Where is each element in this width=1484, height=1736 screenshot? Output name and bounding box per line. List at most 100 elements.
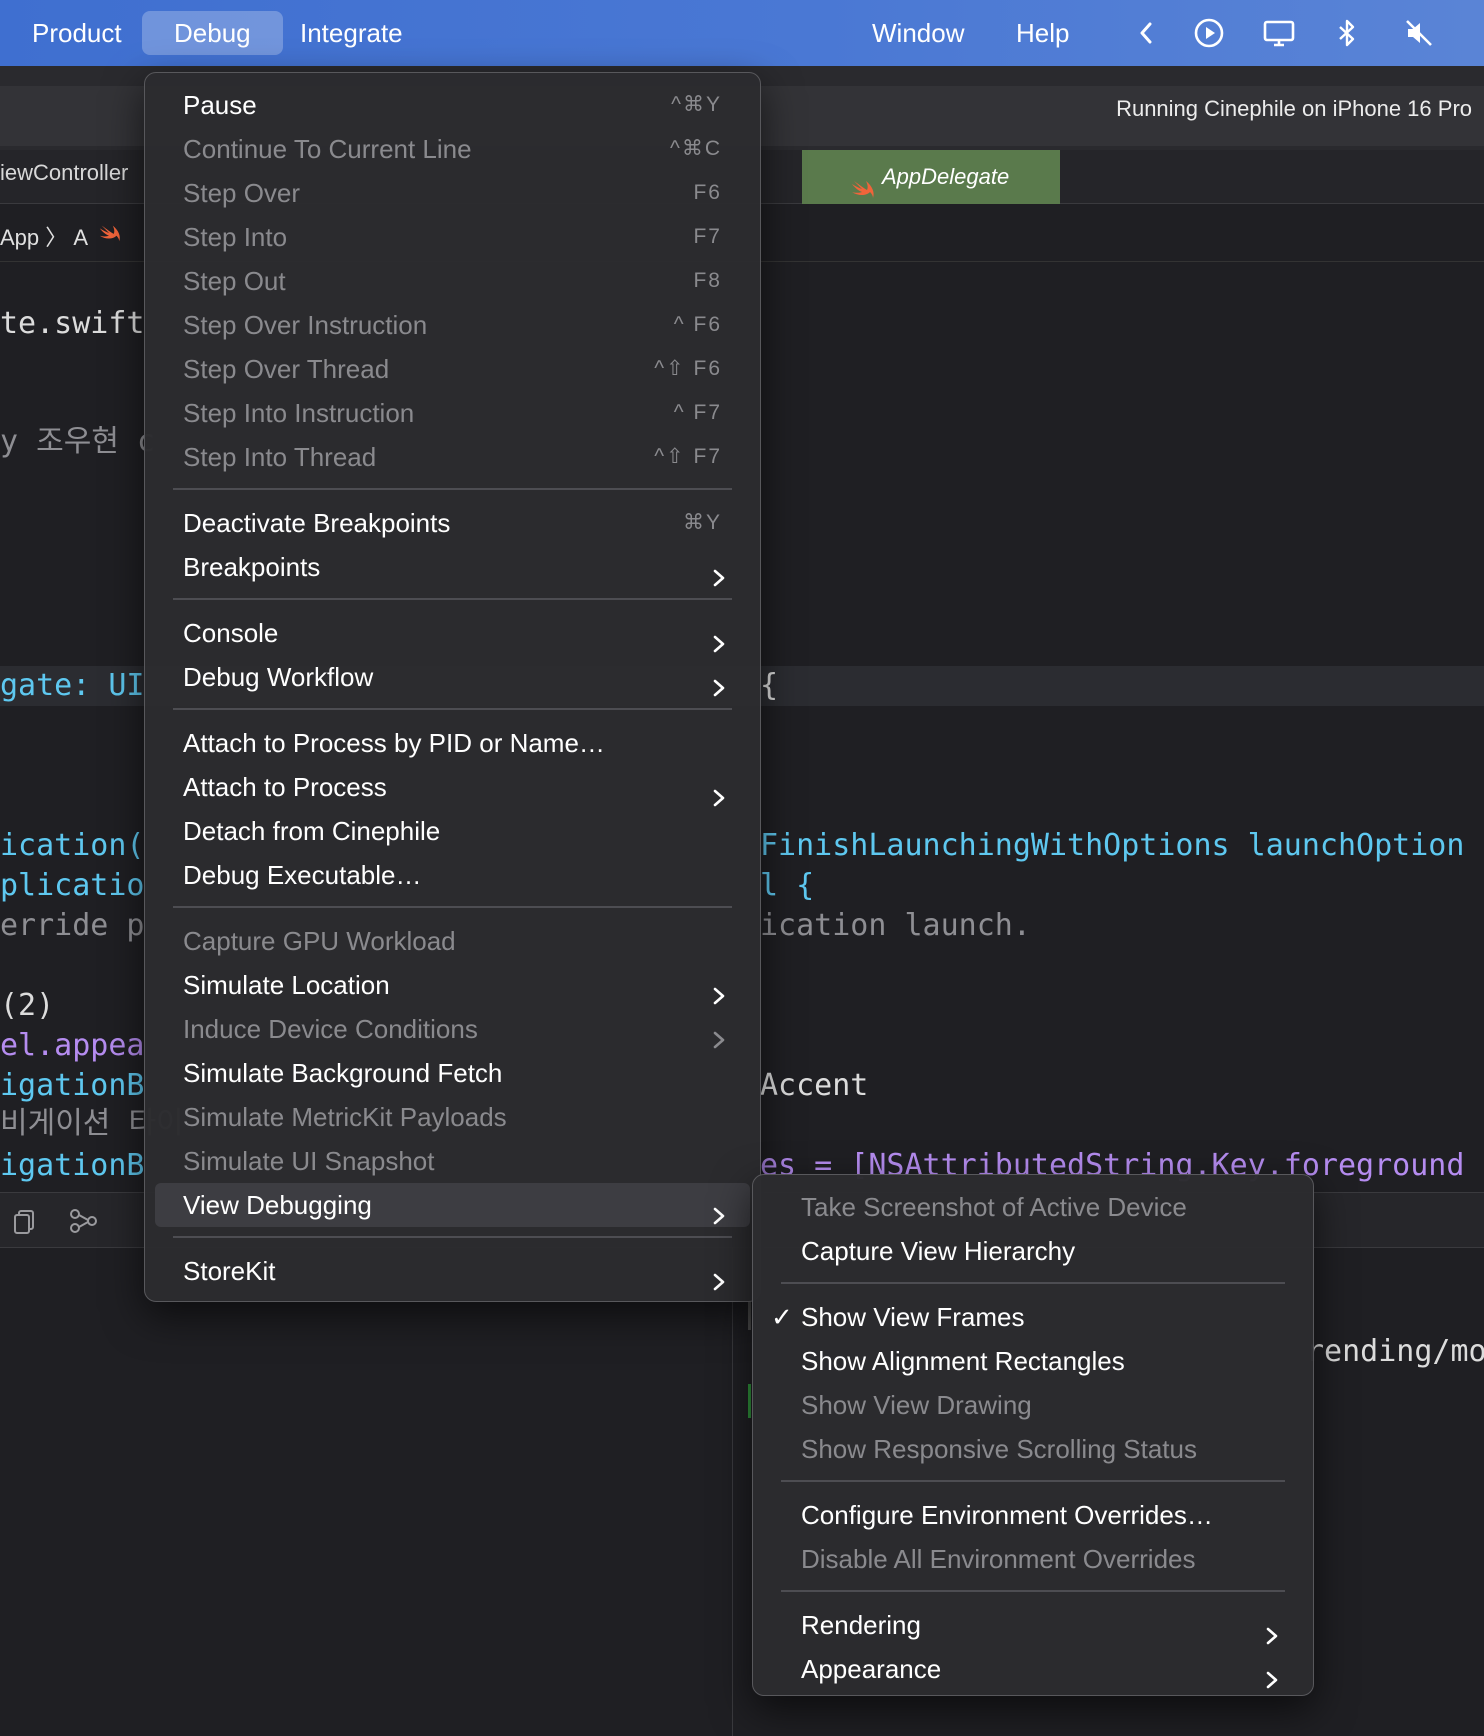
code-line: ication( xyxy=(0,828,145,863)
menu-item-debug-executable[interactable]: Debug Executable… xyxy=(155,853,750,897)
shortcut-label: F7 xyxy=(693,225,722,248)
menu-item-step-out[interactable]: Step Out F8 xyxy=(155,259,750,303)
menu-item-take-screenshot[interactable]: Take Screenshot of Active Device xyxy=(763,1185,1303,1229)
code-line: rending/mo xyxy=(1306,1334,1484,1369)
menu-item-show-alignment-rectangles[interactable]: Show Alignment Rectangles xyxy=(763,1339,1303,1383)
tab-appdelegate-label: AppDelegate xyxy=(882,164,1010,189)
tab-appdelegate[interactable]: AppDelegate xyxy=(802,150,1060,204)
tab-viewcontroller[interactable]: iewController xyxy=(0,160,128,186)
code-line: l { xyxy=(760,868,815,903)
menu-item-show-responsive-scrolling[interactable]: Show Responsive Scrolling Status xyxy=(763,1427,1303,1471)
chevron-right-icon xyxy=(712,1195,726,1225)
chevron-right-icon xyxy=(712,557,726,587)
menu-item-show-view-frames[interactable]: ✓ Show View Frames xyxy=(763,1295,1303,1339)
menu-item-storekit[interactable]: StoreKit xyxy=(155,1249,750,1293)
menu-item-capture-gpu-workload[interactable]: Capture GPU Workload xyxy=(155,919,750,963)
shortcut-label: ^ F6 xyxy=(673,313,722,336)
menu-item-simulate-background-fetch[interactable]: Simulate Background Fetch xyxy=(155,1051,750,1095)
menu-item-continue-to-current-line[interactable]: Continue To Current Line ^⌘C xyxy=(155,127,750,171)
code-line: plicatio xyxy=(0,868,145,903)
menu-item-appearance[interactable]: Appearance xyxy=(763,1647,1303,1691)
menu-help[interactable]: Help xyxy=(984,11,1101,55)
menu-item-debug-workflow[interactable]: Debug Workflow xyxy=(155,655,750,699)
code-line: el.appea xyxy=(0,1028,145,1063)
menu-item-pause[interactable]: Pause ^⌘Y xyxy=(155,83,750,127)
menu-item-simulate-location[interactable]: Simulate Location xyxy=(155,963,750,1007)
navigator-icon[interactable] xyxy=(10,1206,40,1236)
view-debugging-submenu: Take Screenshot of Active Device Capture… xyxy=(752,1174,1314,1696)
menu-separator xyxy=(781,1282,1285,1284)
chevron-right-icon xyxy=(712,1261,726,1291)
menu-item-induce-device-conditions[interactable]: Induce Device Conditions xyxy=(155,1007,750,1051)
menu-item-console[interactable]: Console xyxy=(155,611,750,655)
menu-item-configure-environment-overrides[interactable]: Configure Environment Overrides… xyxy=(763,1493,1303,1537)
menu-item-detach[interactable]: Detach from Cinephile xyxy=(155,809,750,853)
menu-integrate[interactable]: Integrate xyxy=(268,11,435,55)
menu-item-step-into-instruction[interactable]: Step Into Instruction ^ F7 xyxy=(155,391,750,435)
menu-window[interactable]: Window xyxy=(840,11,996,55)
shortcut-label: ^ F7 xyxy=(673,401,722,424)
console-success-marker xyxy=(748,1384,751,1418)
menu-separator xyxy=(173,1236,732,1238)
speaker-muted-icon[interactable] xyxy=(1402,16,1436,50)
debug-area-divider xyxy=(732,1248,733,1736)
shortcut-label: F6 xyxy=(693,181,722,204)
activity-status: Running Cinephile on iPhone 16 Pro xyxy=(1116,96,1472,121)
menu-item-step-into[interactable]: Step Into F7 xyxy=(155,215,750,259)
bluetooth-icon[interactable] xyxy=(1330,16,1364,50)
checkmark-icon: ✓ xyxy=(771,1302,793,1332)
code-line: igationB xyxy=(0,1068,145,1103)
menu-item-rendering[interactable]: Rendering xyxy=(763,1603,1303,1647)
shortcut-label: ^⌘C xyxy=(669,137,722,160)
console-marker xyxy=(748,1300,751,1330)
code-line: igationB xyxy=(0,1148,145,1183)
code-line: { xyxy=(760,668,779,703)
menu-separator xyxy=(173,708,732,710)
swift-file-icon xyxy=(98,222,122,244)
menu-bar: Product Debug Integrate Window Help xyxy=(0,0,1484,66)
shortcut-label: ^⌘Y xyxy=(671,93,722,116)
menu-item-show-view-drawing[interactable]: Show View Drawing xyxy=(763,1383,1303,1427)
menu-item-deactivate-breakpoints[interactable]: Deactivate Breakpoints ⌘Y xyxy=(155,501,750,545)
menu-debug[interactable]: Debug xyxy=(142,11,283,55)
menu-separator xyxy=(781,1480,1285,1482)
chevron-right-icon xyxy=(1265,1615,1279,1645)
workflow-icon[interactable] xyxy=(68,1206,98,1236)
menu-item-view-debugging[interactable]: View Debugging xyxy=(155,1183,750,1227)
menu-separator xyxy=(781,1590,1285,1592)
chevron-right-icon xyxy=(712,667,726,697)
code-line: ication launch. xyxy=(760,908,1031,943)
menu-item-attach-by-pid[interactable]: Attach to Process by PID or Name… xyxy=(155,721,750,765)
code-line: gate: UI xyxy=(0,668,145,703)
menu-item-step-over-thread[interactable]: Step Over Thread ^⇧ F6 xyxy=(155,347,750,391)
menu-separator xyxy=(173,906,732,908)
menu-item-step-over-instruction[interactable]: Step Over Instruction ^ F6 xyxy=(155,303,750,347)
menu-item-step-over[interactable]: Step Over F6 xyxy=(155,171,750,215)
jump-bar-path[interactable]: App 〉 A xyxy=(0,220,88,252)
menu-item-disable-environment-overrides[interactable]: Disable All Environment Overrides xyxy=(763,1537,1303,1581)
play-circle-icon[interactable] xyxy=(1192,16,1226,50)
menu-separator xyxy=(173,598,732,600)
swift-file-icon xyxy=(850,166,876,198)
code-line: te.swift xyxy=(0,306,145,341)
shortcut-label: ^⇧ F6 xyxy=(654,357,722,380)
shortcut-label: F8 xyxy=(693,269,722,292)
code-line: Accent xyxy=(760,1068,869,1103)
menu-item-attach-to-process[interactable]: Attach to Process xyxy=(155,765,750,809)
menu-item-simulate-ui-snapshot[interactable]: Simulate UI Snapshot xyxy=(155,1139,750,1183)
chevron-right-icon xyxy=(712,1019,726,1049)
chevron-right-icon xyxy=(712,777,726,807)
menu-separator xyxy=(173,488,732,490)
menu-item-step-into-thread[interactable]: Step Into Thread ^⇧ F7 xyxy=(155,435,750,479)
display-icon[interactable] xyxy=(1262,16,1296,50)
menu-item-breakpoints[interactable]: Breakpoints xyxy=(155,545,750,589)
menu-item-simulate-metrickit[interactable]: Simulate MetricKit Payloads xyxy=(155,1095,750,1139)
code-line: (2) xyxy=(0,988,55,1023)
menu-product[interactable]: Product xyxy=(0,11,154,55)
code-line: erride p xyxy=(0,908,145,943)
chevron-left-icon[interactable] xyxy=(1130,16,1164,50)
chevron-right-icon xyxy=(1265,1659,1279,1689)
shortcut-label: ^⇧ F7 xyxy=(654,445,722,468)
chevron-right-icon xyxy=(712,623,726,653)
menu-item-capture-view-hierarchy[interactable]: Capture View Hierarchy xyxy=(763,1229,1303,1273)
